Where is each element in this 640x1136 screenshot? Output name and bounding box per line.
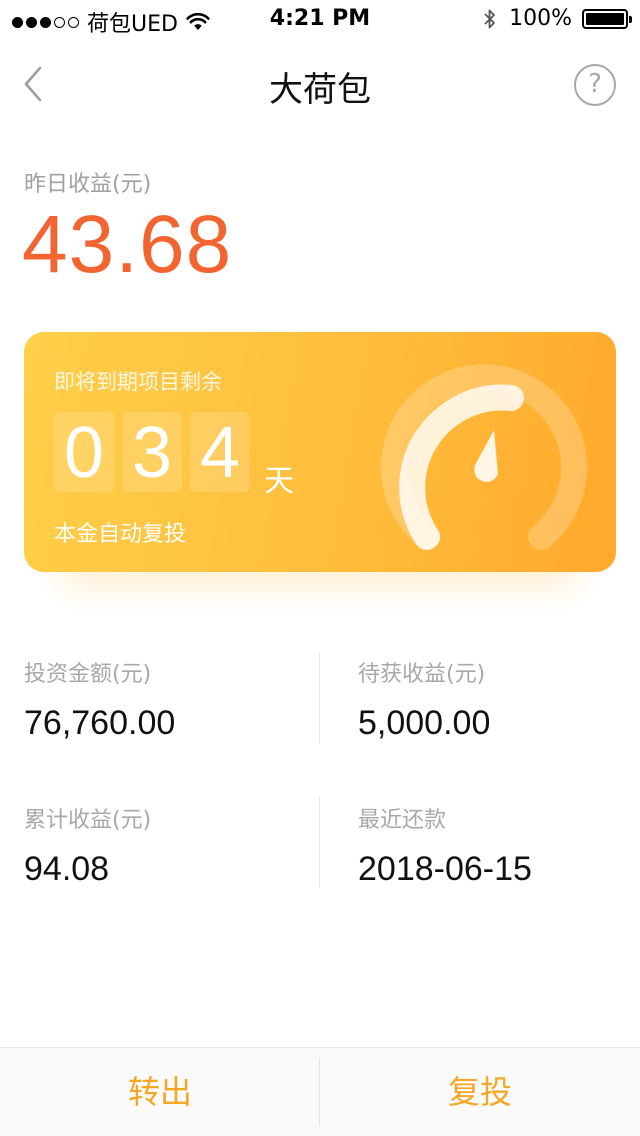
invest-amount-value: 76,760.00 xyxy=(24,704,176,742)
maturity-countdown-card[interactable]: 即将到期项目剩余 0 3 4 天 本金自动复投 xyxy=(24,332,616,572)
pending-income-stat: 待获收益(元) 5,000.00 xyxy=(358,656,490,743)
countdown-digit: 3 xyxy=(122,412,182,493)
speedometer-icon xyxy=(381,364,587,550)
recent-repay-stat: 最近还款 2018-06-15 xyxy=(358,802,532,889)
status-bar: 荷包UED 4:21 PM 100% xyxy=(0,0,640,40)
total-income-value: 94.08 xyxy=(24,850,110,888)
reinvest-button[interactable]: 复投 xyxy=(320,1048,640,1136)
stats-divider xyxy=(319,652,320,744)
total-income-label: 累计收益(元) xyxy=(24,808,152,833)
bluetooth-icon xyxy=(484,9,495,28)
pending-income-value: 5,000.00 xyxy=(358,704,491,742)
countdown-digit: 0 xyxy=(54,412,114,493)
invest-amount-stat: 投资金额(元) 76,760.00 xyxy=(24,656,175,743)
countdown-digits: 0 3 4 xyxy=(54,412,250,493)
recent-repay-label: 最近还款 xyxy=(358,808,447,833)
battery-icon xyxy=(582,8,632,29)
yesterday-earnings-label: 昨日收益(元) xyxy=(24,172,152,197)
status-right: 100% xyxy=(483,6,632,31)
battery-percent: 100% xyxy=(509,6,572,31)
countdown-digit: 4 xyxy=(190,412,250,493)
battery-fill xyxy=(586,12,624,25)
transfer-out-button[interactable]: 转出 xyxy=(0,1048,320,1136)
stats-divider xyxy=(319,796,320,888)
bottom-action-bar: 转出 复投 xyxy=(0,1047,640,1136)
help-button[interactable]: ? xyxy=(574,64,616,106)
question-mark-icon: ? xyxy=(588,69,602,99)
invest-amount-label: 投资金额(元) xyxy=(24,662,152,687)
recent-repay-value: 2018-06-15 xyxy=(358,850,532,888)
day-unit: 天 xyxy=(264,464,294,499)
pending-income-label: 待获收益(元) xyxy=(358,662,486,687)
yesterday-earnings-value: 43.68 xyxy=(22,199,233,290)
page-title: 大荷包 xyxy=(269,70,371,110)
maturity-label: 即将到期项目剩余 xyxy=(54,370,222,394)
total-income-stat: 累计收益(元) 94.08 xyxy=(24,802,151,889)
nav-bar: 大荷包 ? xyxy=(0,40,640,128)
auto-reinvest-note: 本金自动复投 xyxy=(54,522,187,547)
